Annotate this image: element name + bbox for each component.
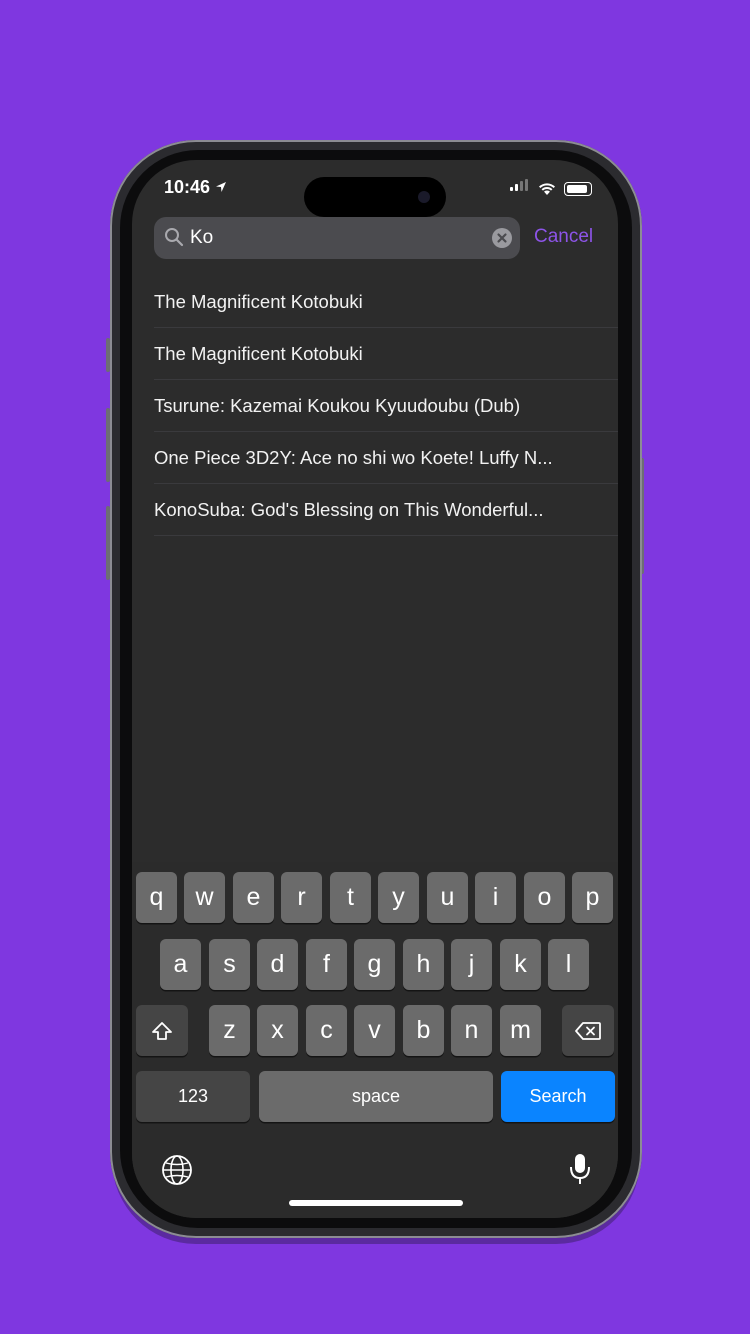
key-r[interactable]: r (281, 872, 322, 923)
search-key[interactable]: Search (501, 1071, 615, 1122)
wifi-icon (539, 183, 555, 195)
search-results-list: The Magnificent Kotobuki The Magnificent… (132, 276, 618, 536)
key-l[interactable]: l (548, 939, 589, 990)
keyboard: q w e r t y u i o p a s d f g h j k l z … (132, 862, 618, 1218)
search-input[interactable] (190, 223, 470, 253)
battery-icon (564, 182, 592, 196)
numbers-key[interactable]: 123 (136, 1071, 250, 1122)
key-u[interactable]: u (427, 872, 468, 923)
key-o[interactable]: o (524, 872, 565, 923)
search-result-item[interactable]: KonoSuba: God's Blessing on This Wonderf… (154, 484, 618, 536)
shift-icon (152, 1021, 172, 1040)
search-result-item[interactable]: The Magnificent Kotobuki (154, 328, 618, 380)
search-result-item[interactable]: One Piece 3D2Y: Ace no shi wo Koete! Luf… (154, 432, 618, 484)
key-b[interactable]: b (403, 1005, 444, 1056)
key-p[interactable]: p (572, 872, 613, 923)
key-t[interactable]: t (330, 872, 371, 923)
shift-key[interactable] (136, 1005, 188, 1056)
location-arrow-icon (216, 182, 227, 192)
clear-search-button[interactable] (492, 228, 512, 248)
dynamic-island (304, 177, 446, 217)
search-result-item[interactable]: The Magnificent Kotobuki (154, 276, 618, 328)
status-time: 10:46 (164, 177, 227, 198)
key-c[interactable]: c (306, 1005, 347, 1056)
space-key[interactable]: space (259, 1071, 493, 1122)
key-e[interactable]: e (233, 872, 274, 923)
key-y[interactable]: y (378, 872, 419, 923)
key-q[interactable]: q (136, 872, 177, 923)
front-camera (418, 191, 430, 203)
key-g[interactable]: g (354, 939, 395, 990)
clear-icon (497, 233, 507, 243)
cancel-button[interactable]: Cancel (534, 226, 593, 248)
search-result-item[interactable]: Tsurune: Kazemai Koukou Kyuudoubu (Dub) (154, 380, 618, 432)
key-w[interactable]: w (184, 872, 225, 923)
key-z[interactable]: z (209, 1005, 250, 1056)
backspace-icon (575, 1021, 601, 1040)
key-x[interactable]: x (257, 1005, 298, 1056)
search-bar[interactable] (154, 217, 520, 259)
key-v[interactable]: v (354, 1005, 395, 1056)
key-m[interactable]: m (500, 1005, 541, 1056)
globe-icon[interactable] (161, 1154, 193, 1186)
key-i[interactable]: i (475, 872, 516, 923)
status-bar: 10:46 (132, 160, 618, 217)
key-j[interactable]: j (451, 939, 492, 990)
key-s[interactable]: s (209, 939, 250, 990)
phone-screen: 10:46 C (132, 160, 618, 1218)
cellular-signal-icon (510, 178, 530, 196)
key-d[interactable]: d (257, 939, 298, 990)
delete-key[interactable] (562, 1005, 614, 1056)
microphone-icon[interactable] (568, 1152, 592, 1186)
key-a[interactable]: a (160, 939, 201, 990)
key-k[interactable]: k (500, 939, 541, 990)
search-icon (165, 228, 184, 247)
key-n[interactable]: n (451, 1005, 492, 1056)
key-h[interactable]: h (403, 939, 444, 990)
key-f[interactable]: f (306, 939, 347, 990)
home-indicator (289, 1200, 463, 1206)
status-icons (510, 178, 592, 196)
